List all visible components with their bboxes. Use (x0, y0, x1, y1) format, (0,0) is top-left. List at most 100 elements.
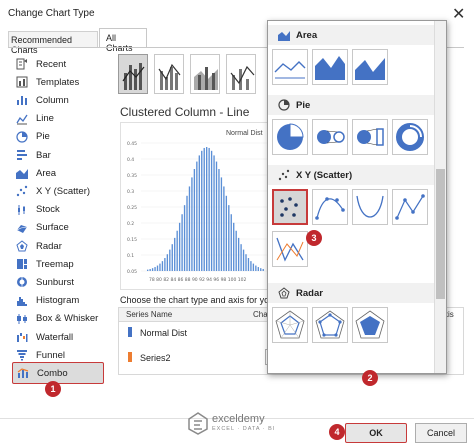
series-color-swatch (128, 327, 132, 337)
scatter-thumb[interactable] (272, 189, 308, 225)
nav-item-label: Box & Whisker (36, 313, 99, 325)
preview-bar (161, 261, 164, 271)
stacked-area-column-thumb[interactable] (190, 54, 220, 94)
scatter-smooth-lines-thumb[interactable] (352, 189, 388, 225)
doughnut-thumb[interactable] (392, 119, 428, 155)
chart-preview: 0.45 0.4 0.35 0.3 0.25 0.2 0.15 0.1 0.05 78 80 … (120, 122, 272, 290)
nav-item-label: Pie (36, 131, 50, 143)
callout-badge-2: 2 (362, 370, 378, 386)
nav-item-recent[interactable]: Recent (16, 55, 106, 73)
radar-thumb[interactable] (272, 307, 308, 343)
treemap-chart-icon (16, 258, 28, 270)
nav-item-label: Recent (36, 58, 67, 70)
nav-item-treemap[interactable]: Treemap (16, 255, 106, 273)
preview-bar (181, 214, 183, 271)
series-name-normal-dist: Normal Dist (140, 328, 188, 338)
preview-bar (154, 267, 156, 271)
pie-thumb[interactable] (272, 119, 308, 155)
nav-item-line[interactable]: Line (16, 110, 106, 128)
preview-bar (257, 267, 259, 271)
area-thumb[interactable] (272, 49, 308, 85)
svg-text:0.45: 0.45 (127, 141, 137, 147)
line-chart-icon (16, 113, 28, 125)
nav-item-sunburst[interactable]: Sunburst (16, 273, 106, 291)
nav-item-label: Line (36, 113, 54, 125)
filled-radar-thumb[interactable] (352, 307, 388, 343)
clustered-column-line-thumb[interactable] (118, 54, 148, 94)
stacked-area-thumb[interactable] (312, 49, 348, 85)
preview-bar (171, 244, 173, 271)
custom-combination-thumb[interactable] (226, 54, 256, 94)
preview-bar (203, 147, 205, 271)
nav-item-histogram[interactable]: Histogram (16, 292, 106, 310)
preview-bar (201, 150, 203, 271)
nav-item-box-whisker[interactable]: Box & Whisker (16, 310, 106, 328)
cancel-button[interactable]: Cancel (415, 423, 467, 443)
bar-of-pie-thumb[interactable] (352, 119, 388, 155)
callout-badge-4: 4 (329, 424, 345, 440)
stacked-area-100-thumb[interactable] (352, 49, 388, 85)
radar-markers-thumb[interactable] (312, 307, 348, 343)
nav-item-column[interactable]: Column (16, 91, 106, 109)
clustered-column-line-secondary-thumb[interactable] (154, 54, 184, 94)
pie-chart-icon (16, 131, 28, 143)
nav-item-combo[interactable]: Combo (12, 362, 104, 385)
popup-section-label: Radar (296, 287, 323, 299)
preview-bar (233, 222, 235, 271)
nav-item-templates[interactable]: Templates (16, 73, 106, 91)
histogram-chart-icon (16, 295, 28, 307)
preview-bar (255, 265, 257, 271)
preview-bar (151, 268, 154, 271)
popup-scroll-thumb[interactable] (436, 169, 445, 299)
preview-bar (213, 155, 215, 271)
nav-item-stock[interactable]: Stock (16, 201, 106, 219)
preview-bar (245, 254, 247, 271)
brand-name: exceldemy (212, 413, 265, 425)
preview-bar (149, 269, 151, 271)
preview-bar (215, 161, 218, 271)
popup-section-area: Area (268, 25, 434, 45)
nav-item-label: Waterfall (36, 331, 74, 343)
ok-button[interactable]: OK (345, 423, 407, 443)
nav-item-label: Combo (37, 367, 68, 379)
nav-item-label: Surface (36, 222, 69, 234)
svg-text:0.35: 0.35 (127, 173, 137, 179)
preview-bar (225, 195, 228, 271)
preview-bar (193, 169, 196, 271)
tab-all-charts[interactable]: All Charts (99, 28, 147, 53)
preview-bar (178, 222, 181, 271)
series-color-swatch (128, 352, 132, 362)
nav-item-bar[interactable]: Bar (16, 146, 106, 164)
preview-bar (260, 268, 262, 271)
preview-bar (198, 155, 200, 271)
preview-bar (235, 230, 237, 271)
nav-item-area[interactable]: Area (16, 164, 106, 182)
nav-item-surface[interactable]: Surface (16, 219, 106, 237)
nav-item-label: Histogram (36, 295, 80, 307)
svg-text:0.1: 0.1 (127, 253, 134, 259)
popup-section-label: Area (296, 29, 318, 41)
preview-bar (262, 269, 264, 271)
preview-bar (166, 254, 169, 271)
preview-bar (247, 258, 250, 271)
nav-item-waterfall[interactable]: Waterfall (16, 328, 106, 346)
preview-bar (183, 205, 186, 271)
scatter-straight-markers-thumb[interactable] (392, 189, 428, 225)
close-icon[interactable]: ✕ (452, 4, 465, 24)
svg-text:0.25: 0.25 (127, 205, 137, 211)
surface-chart-icon (16, 222, 28, 234)
sunburst-chart-icon (16, 276, 28, 288)
col-series-name: Series Name (126, 310, 173, 319)
nav-item-pie[interactable]: Pie (16, 128, 106, 146)
preview-bar (159, 263, 161, 271)
nav-item-radar[interactable]: Radar (16, 237, 106, 255)
scatter-straight-lines-thumb[interactable] (272, 231, 308, 267)
scatter-smooth-markers-thumb[interactable] (312, 189, 348, 225)
tab-recommended-charts[interactable]: Recommended Charts (8, 31, 98, 55)
preview-bar (250, 261, 252, 271)
nav-item-x-y-scatter[interactable]: X Y (Scatter) (16, 182, 106, 200)
preview-chart-svg: 0.45 0.4 0.35 0.3 0.25 0.2 0.15 0.1 0.05 78 80 … (127, 141, 269, 283)
preview-bar (230, 214, 232, 271)
series-name-series2: Series2 (140, 353, 171, 363)
pie-of-pie-thumb[interactable] (312, 119, 348, 155)
